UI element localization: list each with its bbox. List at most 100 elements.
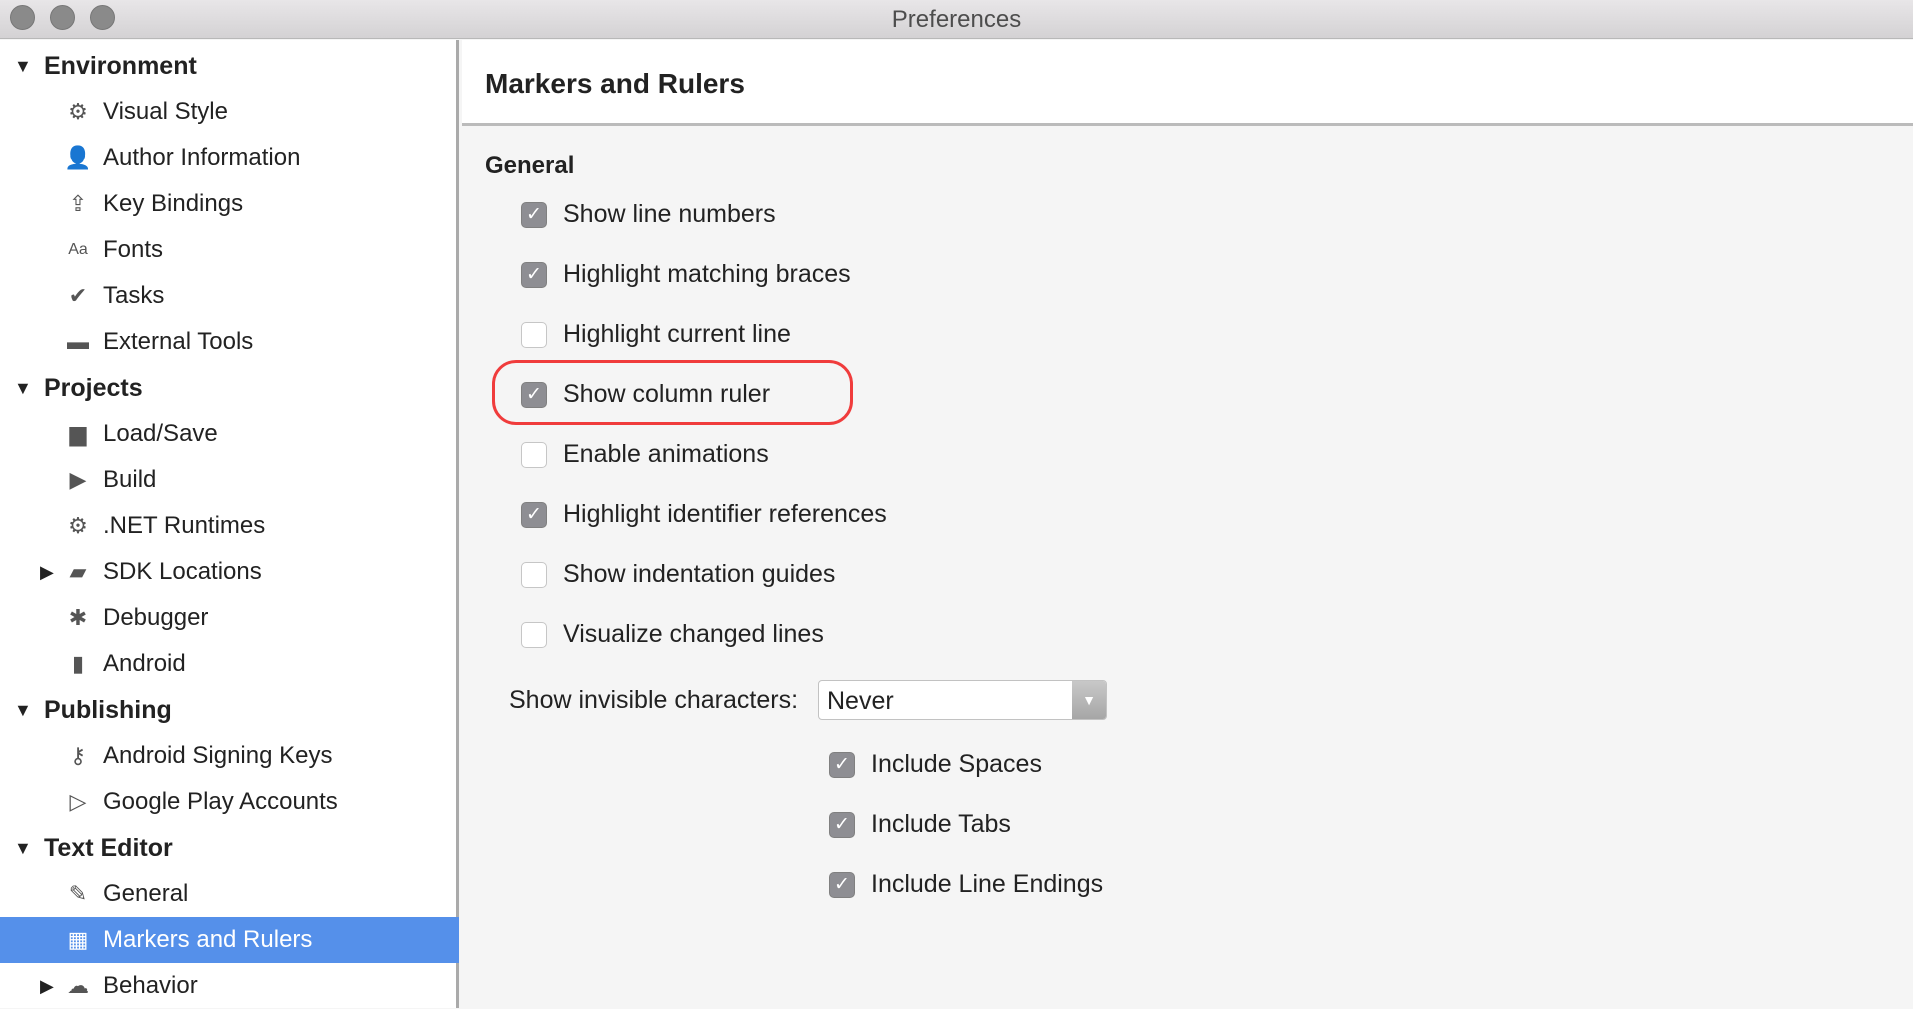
- sidebar-item-markers-and-rulers[interactable]: ▦ Markers and Rulers: [0, 917, 459, 963]
- checkbox-highlight-current-line[interactable]: Highlight current line: [521, 320, 791, 349]
- sidebar-item-text-editor[interactable]: ▼ Text Editor: [0, 825, 459, 871]
- checkbox-unchecked-icon[interactable]: [521, 441, 547, 468]
- sidebar-item-key-bindings[interactable]: ⇪ Key Bindings: [0, 181, 459, 227]
- sidebar-item-label: Text Editor: [44, 833, 173, 862]
- android-icon: ▮: [71, 651, 85, 676]
- sidebar-item-projects[interactable]: ▼ Projects: [0, 365, 459, 411]
- sidebar-item-label: Google Play Accounts: [103, 788, 338, 815]
- checkbox-highlight-matching-braces[interactable]: ✓ Highlight matching braces: [521, 260, 851, 289]
- sidebar-item-publishing[interactable]: ▼ Publishing: [0, 687, 459, 733]
- sidebar-item-author-information[interactable]: 👤 Author Information: [0, 135, 459, 181]
- gear-icon: ⚙: [68, 513, 88, 538]
- sidebar-item-external-tools[interactable]: ▬ External Tools: [0, 319, 459, 365]
- checkbox-label: Enable animations: [563, 440, 769, 468]
- pencil-icon: ✎: [68, 881, 88, 906]
- sidebar-item-label: Android Signing Keys: [103, 742, 333, 769]
- sidebar-item-environment[interactable]: ▼ Environment: [0, 43, 459, 89]
- checkbox-show-indentation-guides[interactable]: Show indentation guides: [521, 560, 835, 589]
- checkbox-checked-icon[interactable]: ✓: [829, 871, 855, 898]
- sidebar-item-label: Environment: [44, 51, 197, 80]
- play-icon: ▷: [69, 789, 87, 814]
- checkbox-show-line-numbers[interactable]: ✓ Show line numbers: [521, 200, 776, 229]
- highlight-annotation: [492, 360, 853, 425]
- page-header: Markers and Rulers: [462, 40, 1913, 126]
- checkbox-checked-icon[interactable]: ✓: [521, 201, 547, 228]
- disclosure-expanded-icon[interactable]: ▼: [14, 378, 32, 399]
- sidebar-item-label: Android: [103, 650, 186, 677]
- checkbox-label: Visualize changed lines: [563, 620, 824, 648]
- sidebar-item-debugger[interactable]: ✱ Debugger: [0, 595, 459, 641]
- checkmark-icon: ✔: [68, 283, 88, 308]
- sidebar-item-label: SDK Locations: [103, 558, 262, 585]
- chevron-down-icon[interactable]: ▼: [1072, 681, 1106, 719]
- section-title: General: [485, 152, 575, 179]
- sidebar-item-build[interactable]: ▶ Build: [0, 457, 459, 503]
- checkbox-enable-animations[interactable]: Enable animations: [521, 440, 769, 469]
- checkbox-label: Highlight matching braces: [563, 260, 851, 288]
- fonts-icon: Aa: [68, 241, 88, 258]
- disclosure-collapsed-icon[interactable]: ▶: [40, 562, 54, 583]
- checkbox-label: Show indentation guides: [563, 560, 836, 588]
- sidebar-item-label: Fonts: [103, 236, 164, 263]
- disclosure-expanded-icon[interactable]: ▼: [14, 838, 32, 859]
- gear-icon: ⚙: [68, 99, 88, 124]
- sidebar-item-behavior[interactable]: ▶ ☁ Behavior: [0, 963, 459, 1009]
- checkbox-include-spaces[interactable]: ✓ Include Spaces: [829, 750, 1042, 779]
- sidebar-item-fonts[interactable]: Aa Fonts: [0, 227, 459, 273]
- sidebar-item-general[interactable]: ✎ General: [0, 871, 459, 917]
- sidebar-item-label: Behavior: [103, 972, 198, 999]
- sidebar-item-label: .NET Runtimes: [103, 512, 266, 539]
- build-icon: ▶: [69, 467, 87, 492]
- checkbox-highlight-identifier-references[interactable]: ✓ Highlight identifier references: [521, 500, 887, 529]
- brain-icon: ☁: [67, 973, 89, 998]
- sidebar-item-load-save[interactable]: ▆ Load/Save: [0, 411, 459, 457]
- sidebar-item-google-play-accounts[interactable]: ▷ Google Play Accounts: [0, 779, 459, 825]
- checkbox-include-line-endings[interactable]: ✓ Include Line Endings: [829, 870, 1103, 899]
- invisible-characters-dropdown[interactable]: Never ▼: [818, 680, 1107, 720]
- disclosure-expanded-icon[interactable]: ▼: [14, 56, 32, 77]
- sidebar-item-label: Build: [103, 466, 157, 493]
- checkbox-checked-icon[interactable]: ✓: [521, 261, 547, 288]
- title-bar: Preferences: [0, 0, 1913, 39]
- checkbox-label: Include Line Endings: [871, 870, 1104, 898]
- sidebar-item-android-signing-keys[interactable]: ⚷ Android Signing Keys: [0, 733, 459, 779]
- disclosure-expanded-icon[interactable]: ▼: [14, 700, 32, 721]
- sidebar-item-visual-style[interactable]: ⚙ Visual Style: [0, 89, 459, 135]
- sidebar-item-label: Author Information: [103, 144, 301, 171]
- checkbox-checked-icon[interactable]: ✓: [829, 811, 855, 838]
- page-title: Markers and Rulers: [485, 68, 745, 99]
- checkbox-unchecked-icon[interactable]: [521, 621, 547, 648]
- user-icon: 👤: [64, 145, 92, 170]
- disclosure-collapsed-icon[interactable]: ▶: [40, 976, 54, 997]
- grid-icon: ▦: [67, 927, 89, 952]
- checkbox-label: Show line numbers: [563, 200, 776, 228]
- sidebar-item-label: Debugger: [103, 604, 209, 631]
- sidebar-item-label: Projects: [44, 373, 143, 402]
- sidebar-item-label: Visual Style: [103, 98, 228, 125]
- sidebar-item-tasks[interactable]: ✔ Tasks: [0, 273, 459, 319]
- dropdown-value: Never: [827, 687, 894, 715]
- disk-icon: ▆: [69, 421, 87, 446]
- checkbox-include-tabs[interactable]: ✓ Include Tabs: [829, 810, 1011, 839]
- sidebar-item-label: Publishing: [44, 695, 172, 724]
- checkbox-label: Highlight current line: [563, 320, 791, 348]
- checkbox-checked-icon[interactable]: ✓: [521, 501, 547, 528]
- sidebar-item-label: Tasks: [103, 282, 165, 309]
- checkbox-label: Include Spaces: [871, 750, 1042, 778]
- checkbox-checked-icon[interactable]: ✓: [829, 751, 855, 778]
- bug-icon: ✱: [68, 605, 88, 630]
- sidebar-item-label: External Tools: [103, 328, 254, 355]
- key-icon: ⚷: [69, 743, 87, 768]
- sidebar-item-android[interactable]: ▮ Android: [0, 641, 459, 687]
- sidebar-item-label: General: [103, 880, 189, 907]
- checkbox-label: Include Tabs: [871, 810, 1011, 838]
- window-title: Preferences: [891, 6, 1022, 33]
- checkbox-unchecked-icon[interactable]: [521, 561, 547, 588]
- folder-icon: ▰: [69, 559, 87, 584]
- sidebar-item-label: Load/Save: [103, 420, 218, 447]
- sidebar: ▼ Environment ⚙ Visual Style 👤 Author Informa…: [0, 40, 459, 1008]
- sidebar-item-net-runtimes[interactable]: ⚙ .NET Runtimes: [0, 503, 459, 549]
- sidebar-item-sdk-locations[interactable]: ▶ ▰ SDK Locations: [0, 549, 459, 595]
- checkbox-visualize-changed-lines[interactable]: Visualize changed lines: [521, 620, 824, 649]
- checkbox-unchecked-icon[interactable]: [521, 321, 547, 348]
